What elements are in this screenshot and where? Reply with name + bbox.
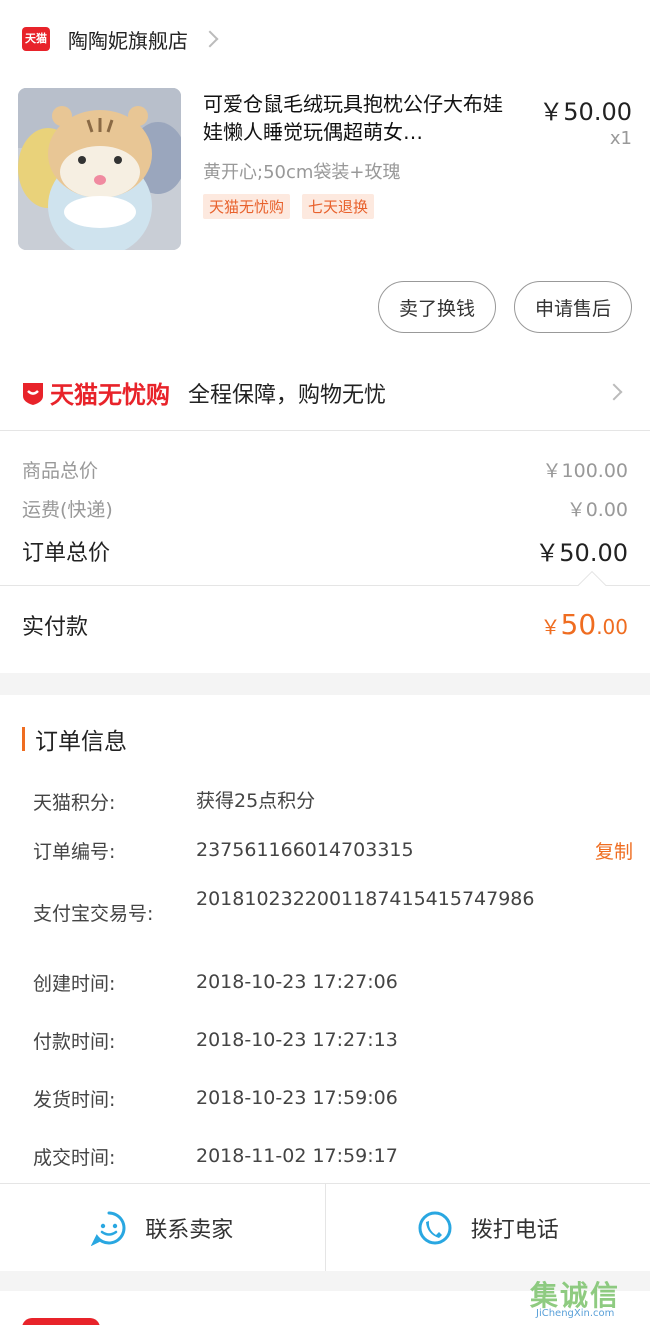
guarantee-text: 全程保障，购物无忧: [188, 382, 387, 408]
after-sale-button[interactable]: 申请售后: [513, 281, 632, 333]
paid-value: ￥50.00: [541, 608, 628, 641]
info-value: 2018-11-02 17:59:17: [196, 1145, 398, 1167]
goods-total-value: ￥100.00: [542, 460, 628, 482]
shipping-row: 运费(快递) ￥0.00: [22, 495, 628, 522]
copy-button[interactable]: 复制: [595, 837, 633, 864]
shipping-value: ￥0.00: [566, 499, 628, 521]
info-value: 2018-10-23 17:59:06: [196, 1087, 398, 1109]
paid-label: 实付款: [22, 614, 89, 640]
info-label: 创建时间:: [33, 973, 116, 995]
product-price: ￥50.00: [539, 98, 632, 126]
goods-total-label: 商品总价: [22, 460, 99, 482]
call-phone-button[interactable]: 拨打电话: [324, 1184, 650, 1271]
product-tags: 天猫无忧购 七天退换: [203, 194, 375, 219]
info-value: 2018102322001187415415747986: [196, 888, 535, 910]
contact-seller-button[interactable]: 联系卖家: [0, 1184, 325, 1271]
paid-currency: ￥: [540, 615, 561, 639]
section-accent-bar: [22, 727, 25, 751]
order-info-title: 订单信息: [35, 729, 127, 755]
chevron-right-icon: [201, 30, 219, 48]
hamster-plush-image: [18, 88, 181, 250]
info-label: 天猫积分:: [33, 792, 116, 814]
sell-button[interactable]: 卖了换钱: [377, 281, 496, 333]
goods-total-row: 商品总价 ￥100.00: [22, 456, 628, 483]
contact-seller-label: 联系卖家: [145, 1217, 234, 1243]
section-separator: [0, 673, 650, 695]
guarantee-logo-text: 天猫无忧购: [50, 381, 170, 409]
product-spec: 黄开心;50cm袋装+玫瑰: [203, 162, 401, 183]
watermark-url: JiChengXin.com: [536, 1308, 615, 1319]
tag-seven-day-return: 七天退换: [302, 194, 375, 219]
shield-icon: [23, 382, 43, 405]
order-total-label: 订单总价: [22, 540, 111, 566]
paid-decimal: .00: [596, 615, 628, 639]
info-value: 237561166014703315: [196, 839, 414, 861]
red-pill-badge: [22, 1318, 100, 1325]
paid-row: 实付款 ￥50.00: [22, 608, 628, 641]
order-info-header: 订单信息: [22, 722, 127, 756]
product-image[interactable]: [18, 88, 181, 250]
guarantee-banner[interactable]: 天猫无忧购 全程保障，购物无忧: [0, 355, 650, 431]
product-actions: 卖了换钱 申请售后: [377, 281, 632, 333]
info-label: 成交时间:: [33, 1147, 116, 1169]
info-label: 订单编号:: [33, 841, 116, 863]
product-item[interactable]: 可爱仓鼠毛绒玩具抱枕公仔大布娃娃懒人睡觉玩偶超萌女… ￥50.00 x1 黄开心…: [18, 88, 632, 252]
order-total-value: ￥50.00: [535, 539, 628, 567]
call-phone-label: 拨打电话: [470, 1217, 559, 1243]
tmall-logo-icon: 天猫: [22, 27, 50, 51]
order-total-row: 订单总价 ￥50.00: [22, 533, 628, 568]
product-title[interactable]: 可爱仓鼠毛绒玩具抱枕公仔大布娃娃懒人睡觉玩偶超萌女…: [203, 90, 518, 146]
tag-worry-free: 天猫无忧购: [203, 194, 291, 219]
info-label: 付款时间:: [33, 1031, 116, 1053]
info-value: 2018-10-23 17:27:06: [196, 971, 398, 993]
chevron-right-icon: [605, 383, 623, 401]
info-value: 获得25点积分: [196, 790, 316, 812]
info-label: 支付宝交易号:: [33, 903, 154, 925]
guarantee-logo: 天猫无忧购: [20, 375, 170, 410]
divider: [0, 585, 650, 586]
shipping-label: 运费(快递): [22, 499, 113, 521]
chat-smile-icon: [91, 1211, 126, 1246]
bottom-action-bar: 联系卖家 拨打电话: [0, 1183, 650, 1271]
product-quantity: x1: [609, 128, 632, 149]
divider-notch: [577, 570, 607, 600]
store-name[interactable]: 陶陶妮旗舰店: [68, 25, 188, 54]
info-label: 发货时间:: [33, 1089, 116, 1111]
paid-integer: 50: [560, 608, 597, 641]
phone-icon: [418, 1211, 452, 1244]
watermark: 集诚信 JiChengXin.com: [530, 1274, 642, 1320]
store-header[interactable]: 天猫 陶陶妮旗舰店: [0, 0, 650, 78]
info-value: 2018-10-23 17:27:13: [196, 1029, 398, 1051]
